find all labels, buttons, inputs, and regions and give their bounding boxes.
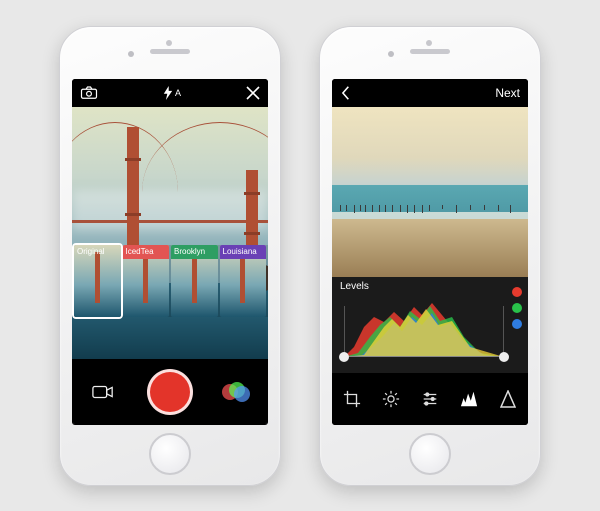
edit-photo[interactable]: [332, 107, 528, 277]
earpiece: [410, 49, 450, 54]
filter-label: Louisiana: [220, 245, 267, 259]
front-camera: [128, 51, 134, 57]
flash-mode-label: A: [175, 88, 181, 98]
home-button[interactable]: [409, 433, 451, 475]
edit-screen: Next Levels: [332, 79, 528, 425]
channel-green[interactable]: [512, 303, 522, 313]
channel-red[interactable]: [512, 287, 522, 297]
close-icon[interactable]: [246, 86, 260, 100]
levels-panel: Levels: [332, 277, 528, 373]
tool-sharpen[interactable]: [497, 388, 519, 410]
flash-toggle[interactable]: A: [98, 86, 246, 100]
camera-top-bar: A: [72, 79, 268, 107]
camera-bottom-bar: [72, 359, 268, 425]
levels-label: Levels: [340, 281, 369, 292]
filter-brooklyn[interactable]: Brooklyn: [171, 245, 218, 317]
viewfinder[interactable]: OriginalIcedTeaBrooklynLouisiana: [72, 107, 268, 359]
sensor-dot: [166, 40, 172, 46]
earpiece: [150, 49, 190, 54]
filter-original[interactable]: Original: [74, 245, 121, 317]
tool-crop[interactable]: [341, 388, 363, 410]
tool-brightness[interactable]: [380, 388, 402, 410]
effects-button[interactable]: [220, 379, 254, 405]
filter-strip: OriginalIcedTeaBrooklynLouisiana: [72, 245, 268, 317]
front-camera: [388, 51, 394, 57]
filter-louisiana[interactable]: Louisiana: [220, 245, 267, 317]
back-icon[interactable]: [340, 86, 352, 100]
phone-frame-camera: A OriginalIcedTeaBrooklynLouisiana: [59, 26, 281, 486]
switch-camera-icon[interactable]: [80, 86, 98, 100]
tool-sliders[interactable]: [419, 388, 441, 410]
shutter-button[interactable]: [147, 369, 193, 415]
levels-handle-left[interactable]: [339, 352, 349, 362]
channel-picker: [512, 287, 522, 329]
phone-frame-edit: Next Levels: [319, 26, 541, 486]
levels-handle-right[interactable]: [499, 352, 509, 362]
tool-levels[interactable]: [458, 388, 480, 410]
camera-screen: A OriginalIcedTeaBrooklynLouisiana: [72, 79, 268, 425]
filter-label: IcedTea: [123, 245, 170, 259]
filter-label: Brooklyn: [171, 245, 218, 259]
video-mode-button[interactable]: [86, 379, 120, 405]
levels-axis: [344, 356, 504, 357]
channel-blue[interactable]: [512, 319, 522, 329]
home-button[interactable]: [149, 433, 191, 475]
edit-top-bar: Next: [332, 79, 528, 107]
sensor-dot: [426, 40, 432, 46]
venn-icon: [222, 382, 252, 402]
next-button[interactable]: Next: [495, 86, 520, 100]
edit-tool-bar: [332, 373, 528, 425]
filter-icedtea[interactable]: IcedTea: [123, 245, 170, 317]
histogram[interactable]: [344, 297, 504, 357]
filter-label: Original: [74, 245, 121, 259]
